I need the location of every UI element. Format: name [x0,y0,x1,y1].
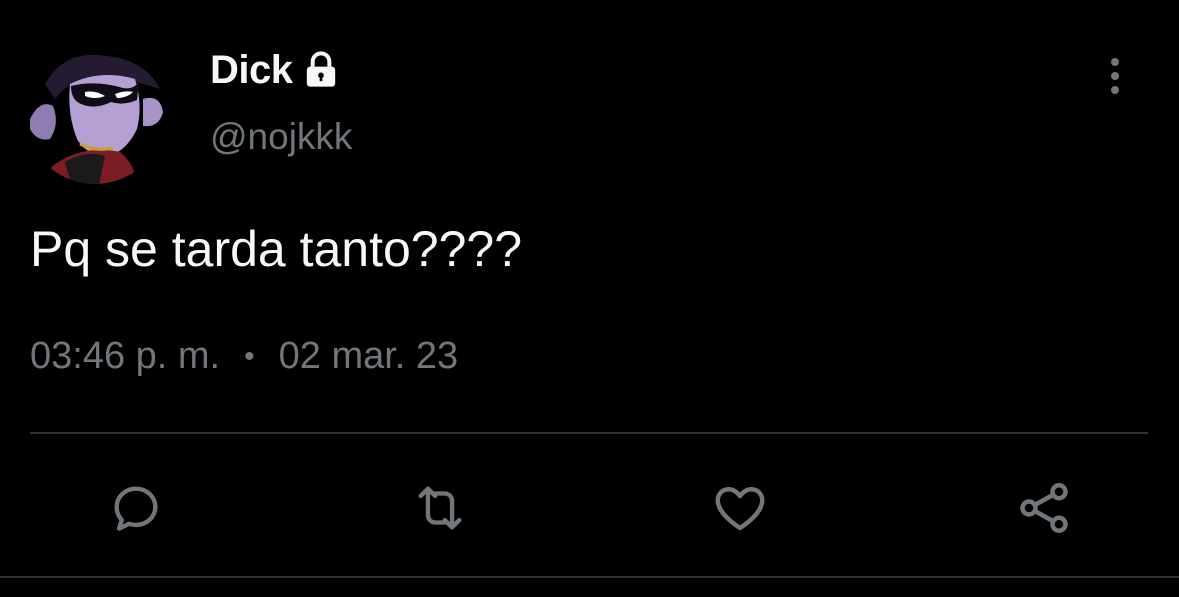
meta-separator: • [244,339,255,373]
avatar-image [25,44,165,184]
share-icon [1020,483,1068,533]
share-button[interactable] [1012,476,1076,540]
more-vertical-icon[interactable] [1098,52,1132,100]
display-name[interactable]: Dick [210,48,293,93]
retweet-button[interactable] [408,476,472,540]
tweet-timestamp[interactable]: 03:46 p. m. • 02 mar. 23 [30,335,458,378]
reply-button[interactable] [104,476,168,540]
heart-icon [715,487,765,531]
tweet-date: 02 mar. 23 [278,335,459,377]
reply-icon [114,486,158,531]
lock-icon [301,50,341,90]
retweet-icon [418,486,462,530]
tweet-text: Pq se tarda tanto???? [30,221,523,277]
divider [30,432,1148,434]
user-handle[interactable]: @nojkkk [210,116,352,158]
divider [0,576,1179,578]
tweet-time: 03:46 p. m. [30,335,221,377]
like-button[interactable] [708,476,772,540]
avatar[interactable] [25,44,165,184]
user-name-row[interactable]: Dick [210,44,341,96]
tweet-card: Dick @nojkkk Pq se tarda tanto???? 03:46… [0,0,1179,597]
